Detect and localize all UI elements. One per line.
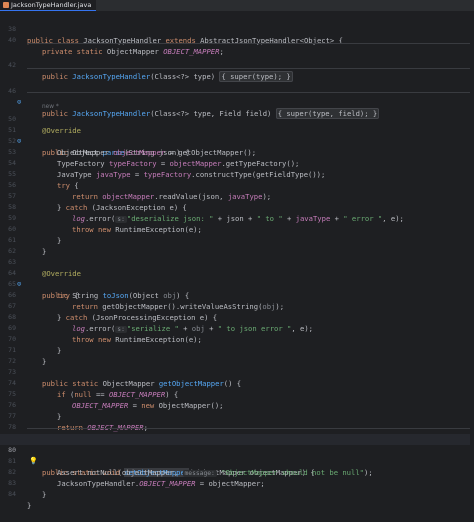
code-line: 76 } <box>0 389 474 421</box>
vertical-scrollbar[interactable] <box>470 12 474 485</box>
code-line: 52 ObjectMapper objectMapper = getObject… <box>0 125 474 157</box>
line-number: 40 <box>8 36 16 44</box>
code-line: 64 ⊙ public String toJson(Object obj) { <box>0 257 474 300</box>
code-line: 53 TypeFactory typeFactory = objectMappe… <box>0 136 474 168</box>
code-line: 74 if (null == OBJECT_MAPPER) { <box>0 367 474 399</box>
code-line: 54 JavaType javaType = typeFactory.const… <box>0 147 474 179</box>
code-line: 67 } catch (JsonProcessingException e) { <box>0 290 474 322</box>
code-line: 63 @Override <box>0 246 474 278</box>
code-line: 66 return getObjectMapper().writeValueAs… <box>0 279 474 311</box>
code-line: 69 throw new RuntimeException(e); <box>0 312 474 344</box>
code-line: 60 } <box>0 213 474 245</box>
author-hint: new * <box>42 104 59 110</box>
code-line: 46 ⊙ public JacksonTypeHandler(Class<?> … <box>0 75 474 119</box>
code-line: 81 Assert.notNull(objectMapper, message:… <box>0 445 474 477</box>
file-tab-label: JacksonTypeHandler.java <box>11 1 92 9</box>
code-line: 42 public JacksonTypeHandler(Class<?> ty… <box>0 49 474 82</box>
code-line: 75 OBJECT_MAPPER = new ObjectMapper(); <box>0 378 474 410</box>
code-line: 56 return objectMapper.readValue(json, j… <box>0 169 474 201</box>
code-line: 73 public static ObjectMapper getObjectM… <box>0 356 474 388</box>
code-line: 61 } <box>0 224 474 256</box>
file-tab[interactable]: JacksonTypeHandler.java <box>0 0 97 11</box>
code-line: 59 throw new RuntimeException(e); <box>0 202 474 234</box>
code-editor[interactable]: 38 public class JacksonTypeHandler exten… <box>0 12 474 510</box>
code-line: 51 ⊙ public Object parse(String json) { <box>0 114 474 157</box>
code-line: 65 try { <box>0 268 474 300</box>
code-line: 40 private static ObjectMapper OBJECT_MA… <box>0 24 474 56</box>
code-line: 77 return OBJECT_MAPPER; <box>0 400 474 432</box>
code-line: 70 } <box>0 323 474 355</box>
code-line-current: 80 💡 public static void setObjectMapper(… <box>0 434 474 477</box>
code-line: 55 try { <box>0 158 474 190</box>
code-line: 83 } <box>0 467 474 499</box>
code-line: 71 } <box>0 334 474 366</box>
java-class-icon <box>3 2 9 8</box>
code-line: 78 } <box>0 411 474 443</box>
code-line: 84 } <box>0 478 474 510</box>
line-number: 42 <box>8 61 16 69</box>
code-line: 68 log.error(s: "serialize " + obj + " to… <box>0 301 474 333</box>
code-line: 82 JacksonTypeHandler.OBJECT_MAPPER = ob… <box>0 456 474 488</box>
line-number: 84 <box>8 490 16 498</box>
code-line: 57 } catch (JacksonException e) { <box>0 180 474 212</box>
code-line: 72 <box>0 345 474 365</box>
code-line: 58 log.error(s: "deserialize json: " + js… <box>0 191 474 223</box>
code-line: 38 public class JacksonTypeHandler exten… <box>0 13 474 45</box>
editor-tab-bar: JacksonTypeHandler.java <box>0 0 474 12</box>
line-number: 78 <box>8 423 16 431</box>
code-line: 62 <box>0 235 474 255</box>
code-line: 50 @Override <box>0 103 474 135</box>
